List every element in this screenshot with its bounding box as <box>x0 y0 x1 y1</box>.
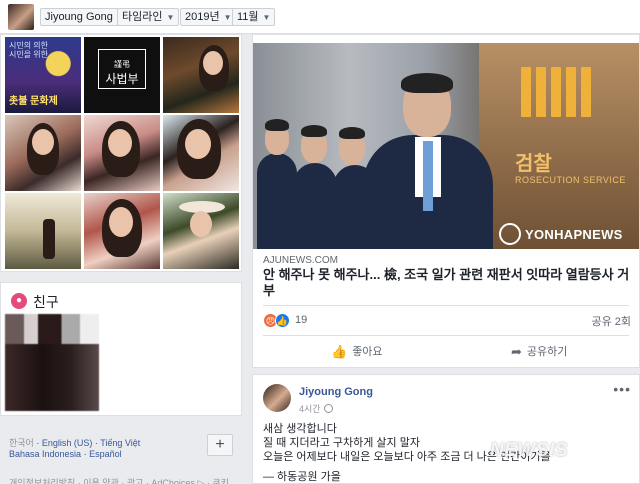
month-dropdown[interactable]: 11월 ▼ <box>232 8 276 26</box>
photo-figure <box>32 129 54 155</box>
photo-thumbnail[interactable]: 시민의 의한 시민을 위한 촛불 문화제 <box>5 37 81 113</box>
news-link-image[interactable]: 검찰 ROSECUTION SERVICE YONHAPNEWS <box>253 43 639 249</box>
news-source: AJUNEWS.COM <box>263 255 338 266</box>
divider <box>263 335 629 336</box>
like-button[interactable]: 👍 좋아요 <box>331 341 383 363</box>
share-label: 공유하기 <box>526 346 568 358</box>
image-sign-text: 검찰 <box>515 153 552 175</box>
share-count[interactable]: 공유 2회 <box>591 313 631 329</box>
profile-avatar[interactable] <box>8 4 34 30</box>
language-link-id[interactable]: Bahasa Indonesia <box>9 449 81 459</box>
photo-figure <box>43 219 55 259</box>
photo-figure <box>185 129 211 159</box>
newsis-watermark: NEWSIS <box>490 440 568 461</box>
language-selector: 한국어 · English (US) · Tiếng Việt Bahasa I… <box>0 430 242 484</box>
share-button[interactable]: ➦ 공유하기 <box>511 341 567 363</box>
photo-thumbnail[interactable] <box>163 115 239 191</box>
like-reaction-icon: 👍 <box>275 313 290 328</box>
friends-icon: ● <box>11 293 27 309</box>
language-link-en[interactable]: English (US) <box>42 438 93 448</box>
image-credit: YONHAPNEWS <box>525 227 623 242</box>
like-icon: 👍 <box>331 344 348 360</box>
timeline-navigation-bar: Jiyoung Gong 타임라인 ▼ 2019년 ▼ 11월 ▼ <box>0 0 640 34</box>
share-icon: ➦ <box>511 344 522 360</box>
post-text-line: — 하동공원 가을 <box>263 471 341 483</box>
photo-figure <box>190 211 212 237</box>
footer-links[interactable]: 개인정보처리방침 · 이용 약관 · 광고 · AdChoices ▷ · 쿠키 <box>9 476 229 484</box>
chevron-down-icon: ▼ <box>262 13 271 22</box>
photo-caption: 촛불 문화제 <box>9 96 58 107</box>
yonhap-logo-icon <box>499 223 521 245</box>
friends-title[interactable]: 친구 <box>33 292 59 312</box>
photo-thumbnail[interactable] <box>5 193 81 269</box>
photo-thumbnail[interactable] <box>163 193 239 269</box>
reaction-count: 19 <box>295 314 308 326</box>
month-label: 11월 <box>237 11 259 23</box>
globe-icon <box>323 404 333 413</box>
photo-thumbnail[interactable] <box>163 37 239 113</box>
language-link-es[interactable]: Español <box>89 449 122 459</box>
photo-caption: 사법부 <box>105 72 139 86</box>
post-author-avatar[interactable] <box>263 384 291 412</box>
year-label: 2019년 <box>185 11 220 23</box>
photo-caption: 謹弔 <box>114 60 130 69</box>
chevron-down-icon: ▼ <box>223 13 232 22</box>
post-author-name[interactable]: Jiyoung Gong <box>299 386 373 398</box>
timeline-dropdown[interactable]: 타임라인 ▼ <box>117 8 180 26</box>
photo-figure <box>108 129 132 157</box>
image-sign-subtext: ROSECUTION SERVICE <box>515 175 626 185</box>
language-link-vi[interactable]: Tiếng Việt <box>100 438 140 448</box>
photo-caption: 시민의 의한 시민을 위한 <box>9 41 49 59</box>
more-options-icon[interactable]: ••• <box>613 381 631 397</box>
shared-news-post: 검찰 ROSECUTION SERVICE YONHAPNEWS AJUNEWS… <box>252 34 640 368</box>
post-timestamp[interactable]: 4시간 <box>299 402 333 415</box>
prosecution-logo <box>521 67 596 122</box>
photo-figure <box>109 207 133 237</box>
photo-thumbnail[interactable]: 謹弔 사법부 <box>84 37 160 113</box>
divider <box>263 305 629 306</box>
news-headline[interactable]: 안 해주나 못 해주나... 檢, 조국 일가 관련 재판서 잇따라 열람등사 … <box>263 267 633 299</box>
photo-figure <box>203 51 223 75</box>
photo-thumbnail[interactable] <box>84 193 160 269</box>
friends-thumbnails-blurred[interactable] <box>5 314 99 411</box>
photos-panel: 시민의 의한 시민을 위한 촛불 문화제 謹弔 사법부 <box>0 34 242 272</box>
status-post: Jiyoung Gong 4시간 ••• 새삼 생각합니다 질 때 지더라고 구… <box>252 374 640 484</box>
photo-thumbnail[interactable] <box>84 115 160 191</box>
add-language-icon[interactable]: + <box>207 434 233 456</box>
like-label: 좋아요 <box>352 346 383 358</box>
year-dropdown[interactable]: 2019년 ▼ <box>180 8 237 26</box>
profile-name-button[interactable]: Jiyoung Gong <box>40 8 118 26</box>
photo-thumbnail[interactable] <box>5 115 81 191</box>
chevron-down-icon: ▼ <box>166 13 175 22</box>
timeline-label: 타임라인 <box>122 11 163 23</box>
friends-panel: ● 친구 <box>0 282 242 416</box>
profile-name: Jiyoung Gong <box>45 11 113 23</box>
current-language: 한국어 <box>9 438 34 448</box>
